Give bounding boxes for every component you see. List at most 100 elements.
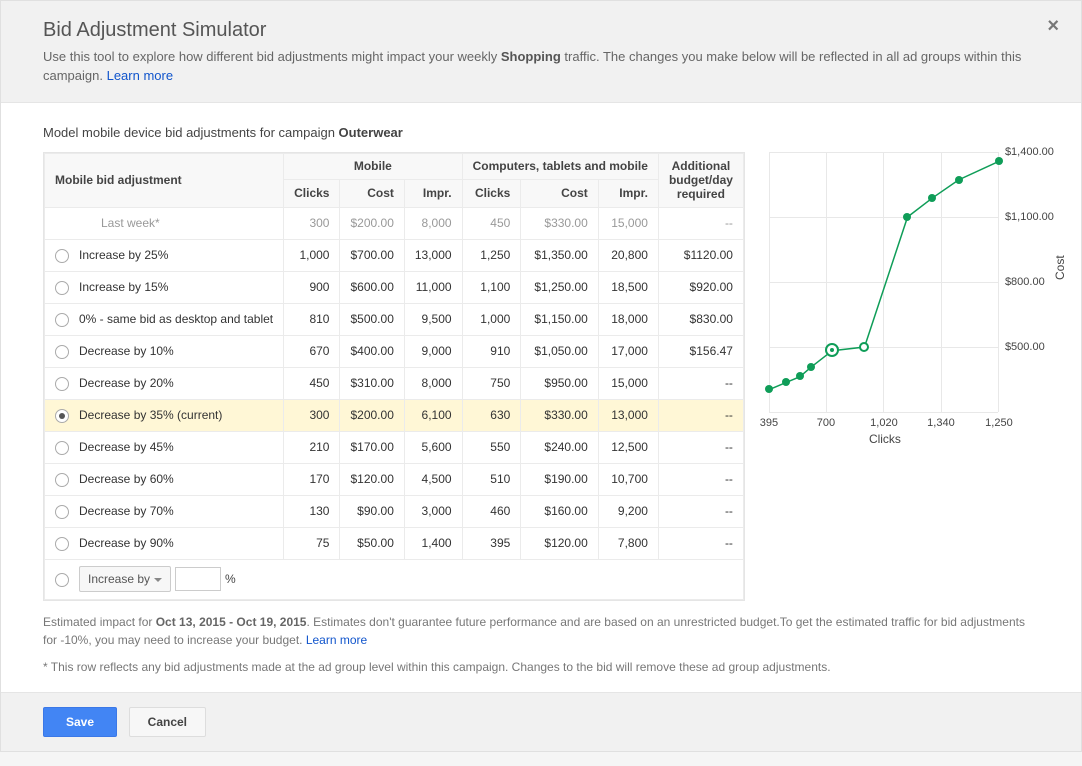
radio-option[interactable]: [55, 409, 69, 423]
row-label: Increase by 25%: [79, 239, 284, 271]
cell-a-cost: $160.00: [521, 495, 599, 527]
cell-budget: --: [658, 495, 743, 527]
table-row[interactable]: Decrease by 35% (current)300$200.006,100…: [45, 399, 744, 431]
cell-a-clicks: 630: [462, 399, 521, 431]
cell-a-impr: 20,800: [598, 239, 658, 271]
cell-budget: --: [658, 463, 743, 495]
table-row[interactable]: Decrease by 10%670$400.009,000910$1,050.…: [45, 335, 744, 367]
table-row[interactable]: Decrease by 45%210$170.005,600550$240.00…: [45, 431, 744, 463]
cell-m-cost: $120.00: [340, 463, 404, 495]
cell-a-impr: 18,500: [598, 271, 658, 303]
chart-point[interactable]: [995, 157, 1003, 165]
radio-option[interactable]: [55, 377, 69, 391]
cell-budget: --: [658, 527, 743, 559]
row-label: Decrease by 45%: [79, 431, 284, 463]
row-label: Decrease by 60%: [79, 463, 284, 495]
table-row[interactable]: 0% - same bid as desktop and tablet810$5…: [45, 303, 744, 335]
cell-m-clicks: 450: [284, 367, 340, 399]
cell-m-clicks: 670: [284, 335, 340, 367]
cell-m-cost: $200.00: [340, 399, 404, 431]
table-row[interactable]: Increase by 15%900$600.0011,0001,100$1,2…: [45, 271, 744, 303]
cell-a-impr: 7,800: [598, 527, 658, 559]
row-label: Decrease by 70%: [79, 495, 284, 527]
close-icon[interactable]: ×: [1047, 15, 1059, 38]
radio-option[interactable]: [55, 345, 69, 359]
radio-option[interactable]: [55, 505, 69, 519]
x-tick: 395: [760, 417, 778, 429]
cell-a-cost: $1,250.00: [521, 271, 599, 303]
cell-a-clicks: 460: [462, 495, 521, 527]
chart-point[interactable]: [782, 378, 790, 386]
row-label: Last week*: [79, 207, 284, 239]
row-label: Decrease by 20%: [79, 367, 284, 399]
dropdown-label: Increase by: [88, 572, 150, 586]
cell-budget: --: [658, 367, 743, 399]
cell-m-impr: 3,000: [404, 495, 462, 527]
chart-point[interactable]: [859, 342, 869, 352]
chart-point[interactable]: [903, 213, 911, 221]
radio-option[interactable]: [55, 441, 69, 455]
table-row[interactable]: Decrease by 70%130$90.003,000460$160.009…: [45, 495, 744, 527]
cell-a-cost: $330.00: [521, 399, 599, 431]
radio-option[interactable]: [55, 573, 69, 587]
radio-option[interactable]: [55, 313, 69, 327]
chart-point[interactable]: [796, 372, 804, 380]
chart-point[interactable]: [765, 385, 773, 393]
col-m-cost: Cost: [340, 179, 404, 207]
cell-a-impr: 9,200: [598, 495, 658, 527]
row-label: Decrease by 90%: [79, 527, 284, 559]
radio-option[interactable]: [55, 249, 69, 263]
cell-a-impr: 13,000: [598, 399, 658, 431]
custom-percent-input[interactable]: [175, 567, 221, 591]
save-button[interactable]: Save: [43, 707, 117, 737]
footnote-estimate: Estimated impact for Oct 13, 2015 - Oct …: [43, 613, 1039, 650]
row-label: 0% - same bid as desktop and tablet: [79, 303, 284, 335]
learn-more-link[interactable]: Learn more: [107, 68, 173, 83]
percent-label: %: [225, 572, 236, 586]
chart-point[interactable]: [955, 176, 963, 184]
cell-a-cost: $950.00: [521, 367, 599, 399]
radio-option[interactable]: [55, 281, 69, 295]
x-tick: 1,020: [870, 417, 898, 429]
cell-m-impr: 8,000: [404, 207, 462, 239]
table-row[interactable]: Increase by 25%1,000$700.0013,0001,250$1…: [45, 239, 744, 271]
col-a-impr: Impr.: [598, 179, 658, 207]
dialog-content: Model mobile device bid adjustments for …: [1, 103, 1081, 677]
cell-a-clicks: 510: [462, 463, 521, 495]
cell-m-impr: 8,000: [404, 367, 462, 399]
footnote-lastweek: * This row reflects any bid adjustments …: [43, 658, 1039, 677]
table-row[interactable]: Decrease by 60%170$120.004,500510$190.00…: [45, 463, 744, 495]
cell-m-cost: $310.00: [340, 367, 404, 399]
table-row[interactable]: Decrease by 20%450$310.008,000750$950.00…: [45, 367, 744, 399]
cell-m-clicks: 810: [284, 303, 340, 335]
chart-plot-area: [769, 152, 999, 412]
y-axis-label: Cost: [1053, 255, 1067, 280]
cell-a-impr: 18,000: [598, 303, 658, 335]
cell-a-impr: 10,700: [598, 463, 658, 495]
cell-a-clicks: 550: [462, 431, 521, 463]
cell-m-impr: 9,500: [404, 303, 462, 335]
col-a-cost: Cost: [521, 179, 599, 207]
learn-more-link[interactable]: Learn more: [306, 633, 367, 647]
chart-point[interactable]: [928, 194, 936, 202]
cell-m-clicks: 130: [284, 495, 340, 527]
radio-option[interactable]: [55, 537, 69, 551]
cell-budget: --: [658, 399, 743, 431]
custom-direction-dropdown[interactable]: Increase by: [79, 566, 171, 592]
y-tick: $1,400.00: [1005, 146, 1054, 158]
chart-point[interactable]: [807, 363, 815, 371]
radio-option[interactable]: [55, 473, 69, 487]
table-row[interactable]: Last week*300$200.008,000450$330.0015,00…: [45, 207, 744, 239]
x-tick: 1,340: [927, 417, 955, 429]
cell-a-clicks: 395: [462, 527, 521, 559]
footnotes: Estimated impact for Oct 13, 2015 - Oct …: [43, 613, 1039, 677]
cell-budget: $920.00: [658, 271, 743, 303]
col-a-clicks: Clicks: [462, 179, 521, 207]
cell-m-clicks: 210: [284, 431, 340, 463]
cell-budget: --: [658, 207, 743, 239]
chart-point[interactable]: [825, 343, 839, 357]
cell-budget: --: [658, 431, 743, 463]
table-row[interactable]: Decrease by 90%75$50.001,400395$120.007,…: [45, 527, 744, 559]
row-label: Increase by 15%: [79, 271, 284, 303]
cancel-button[interactable]: Cancel: [129, 707, 206, 737]
